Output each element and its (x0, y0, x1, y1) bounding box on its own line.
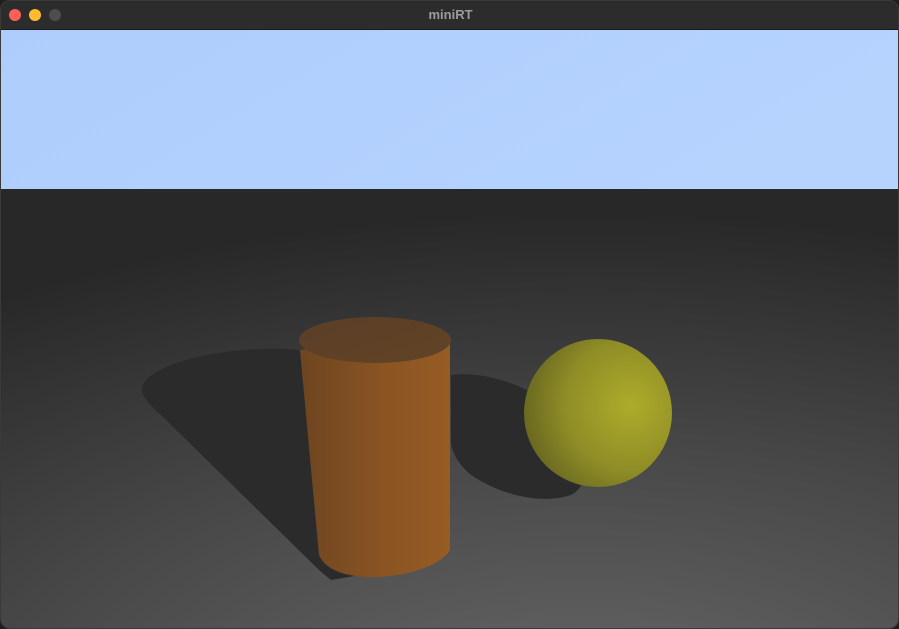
window-title: miniRT (428, 7, 473, 22)
sphere (524, 339, 672, 487)
render-canvas (1, 30, 898, 628)
render-viewport (1, 30, 898, 628)
cylinder-cap (299, 317, 451, 363)
sky (1, 30, 898, 190)
cylinder-body (300, 336, 450, 578)
title-bar[interactable]: miniRT (1, 1, 898, 30)
app-window: miniRT (0, 0, 899, 629)
